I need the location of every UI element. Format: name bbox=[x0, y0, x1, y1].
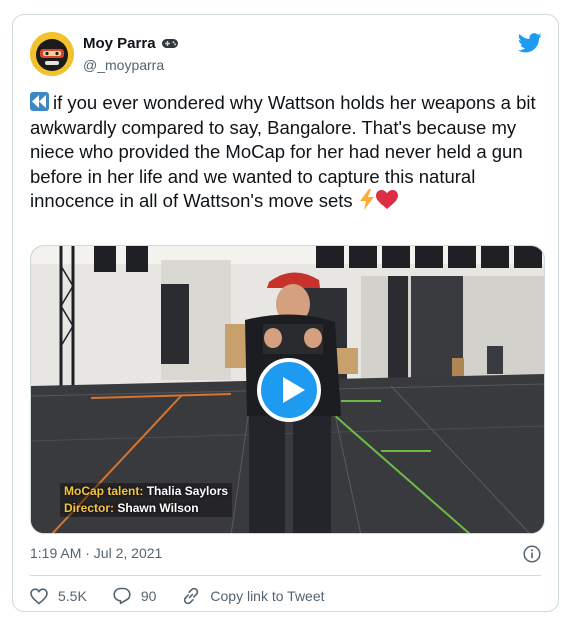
action-bar: 5.5K 90 Copy link to Tweet bbox=[30, 587, 351, 605]
reply-count: 90 bbox=[140, 588, 157, 604]
heart-icon bbox=[375, 190, 398, 217]
heart-outline-icon bbox=[30, 587, 48, 605]
video-player[interactable]: MoCap talent: Thalia Saylors Director: S… bbox=[30, 245, 545, 534]
display-name-text: Moy Parra bbox=[83, 35, 156, 52]
gamepad-icon bbox=[161, 37, 179, 50]
info-icon[interactable] bbox=[523, 545, 541, 563]
caption-value-2: Shawn Wilson bbox=[117, 501, 199, 515]
like-button[interactable]: 5.5K bbox=[30, 587, 87, 605]
video-caption: MoCap talent: Thalia Saylors Director: S… bbox=[60, 483, 233, 517]
link-icon bbox=[184, 587, 199, 605]
copy-link-label: Copy link to Tweet bbox=[210, 588, 325, 604]
tweet-body: if you ever wondered why Wattson holds h… bbox=[30, 92, 536, 211]
copy-link-button[interactable]: Copy link to Tweet bbox=[182, 587, 325, 605]
user-handle[interactable]: @_moyparra bbox=[83, 57, 164, 73]
tweet-card[interactable]: Moy Parra @_moyparra if you ever wondere… bbox=[12, 14, 559, 612]
reply-button[interactable]: 90 bbox=[113, 587, 157, 605]
caption-line-1: MoCap talent: Thalia Saylors bbox=[60, 483, 233, 500]
reply-icon bbox=[113, 587, 131, 605]
twitter-bird-icon[interactable] bbox=[517, 33, 542, 53]
display-name[interactable]: Moy Parra bbox=[83, 35, 179, 52]
tweet-text: if you ever wondered why Wattson holds h… bbox=[30, 91, 545, 217]
caption-line-2: Director: Shawn Wilson bbox=[60, 500, 233, 517]
caption-label-1: MoCap talent: bbox=[64, 484, 144, 498]
timestamp[interactable]: 1:19 AM · Jul 2, 2021 bbox=[30, 545, 162, 561]
divider bbox=[30, 575, 541, 576]
lightning-icon bbox=[358, 189, 376, 217]
caption-label-2: Director: bbox=[64, 501, 115, 515]
caption-value-1: Thalia Saylors bbox=[146, 484, 229, 498]
like-count: 5.5K bbox=[58, 588, 87, 604]
play-icon bbox=[283, 377, 305, 403]
avatar[interactable] bbox=[30, 32, 74, 76]
play-button[interactable] bbox=[257, 358, 321, 422]
rewind-icon bbox=[30, 92, 49, 111]
